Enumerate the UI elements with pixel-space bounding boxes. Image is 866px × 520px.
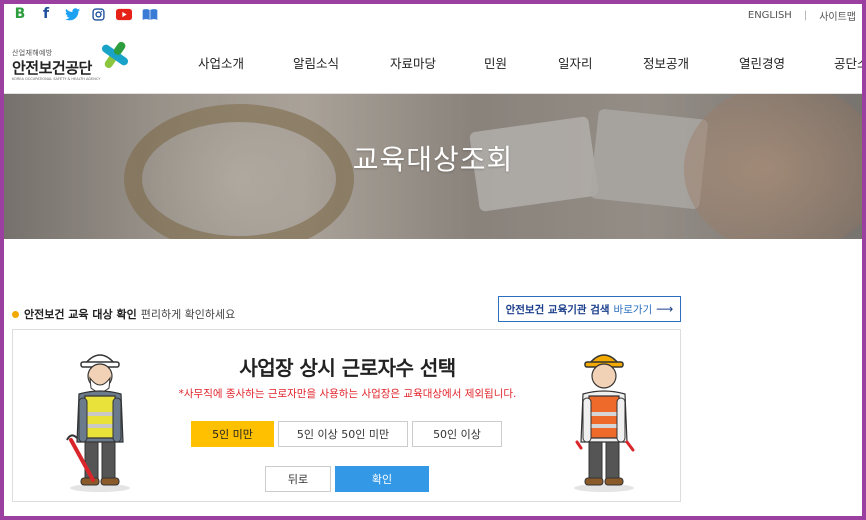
option-over-50[interactable]: 50인 이상 — [412, 421, 502, 447]
nav-agency[interactable]: 공단소 — [834, 53, 862, 72]
confirm-button[interactable]: 확인 — [335, 466, 429, 492]
institution-search-button[interactable]: 안전보건 교육기관 검색 바로가기 ⟶ — [498, 296, 681, 322]
main-nav: 사업소개 알림소식 자료마당 민원 일자리 정보공개 열린경영 공단소 — [4, 26, 862, 94]
intro-text: 안전보건 교육 대상 확인 편리하게 확인하세요 — [12, 306, 235, 322]
youtube-icon[interactable] — [116, 6, 132, 22]
page: B f ENGLISH | 사이트맵 산업재해예방 안전보건공단 KOREA O… — [4, 4, 862, 516]
intro-bold: 안전보건 교육 대상 확인 — [24, 308, 137, 321]
main-header: 산업재해예방 안전보건공단 KOREA OCCUPATIONAL SAFETY … — [4, 26, 862, 94]
book-icon[interactable] — [142, 6, 158, 22]
top-utility-bar: B f ENGLISH | 사이트맵 — [4, 4, 862, 26]
twitter-icon[interactable] — [64, 6, 80, 22]
arrow-right-icon: ⟶ — [656, 302, 674, 316]
option-under-5[interactable]: 5인 미만 — [191, 421, 274, 447]
nav-jobs[interactable]: 일자리 — [558, 53, 593, 72]
hero-banner: 교육대상조회 — [4, 94, 862, 239]
utility-links: ENGLISH | 사이트맵 — [748, 8, 856, 23]
search-link-bold: 안전보건 교육기관 검색 — [505, 303, 610, 316]
english-link[interactable]: ENGLISH — [748, 10, 792, 21]
search-link-go: 바로가기 — [613, 303, 653, 316]
option-5-to-50[interactable]: 5인 이상 50인 미만 — [278, 421, 408, 447]
nav-resources[interactable]: 자료마당 — [390, 53, 436, 72]
nav-civil-service[interactable]: 민원 — [484, 53, 507, 72]
nav-business-intro[interactable]: 사업소개 — [198, 53, 244, 72]
worker-illustration-right-icon — [574, 354, 635, 492]
facebook-icon[interactable]: f — [38, 6, 54, 22]
nav-disclosure[interactable]: 정보공개 — [643, 53, 689, 72]
intro-rest: 편리하게 확인하세요 — [140, 308, 236, 321]
sitemap-link[interactable]: 사이트맵 — [819, 8, 856, 23]
page-title: 교육대상조회 — [352, 143, 514, 176]
blog-icon[interactable]: B — [12, 6, 28, 22]
back-button[interactable]: 뒤로 — [265, 466, 331, 492]
nav-news[interactable]: 알림소식 — [293, 53, 339, 72]
nav-open-management[interactable]: 열린경영 — [739, 53, 785, 72]
bullet-icon — [12, 310, 19, 318]
social-links: B f — [12, 6, 158, 22]
worker-count-panel: 사업장 상시 근로자수 선택 *사무직에 종사하는 근로자만을 사용하는 사업장… — [12, 329, 681, 502]
instagram-icon[interactable] — [90, 6, 106, 22]
divider: | — [803, 10, 808, 21]
